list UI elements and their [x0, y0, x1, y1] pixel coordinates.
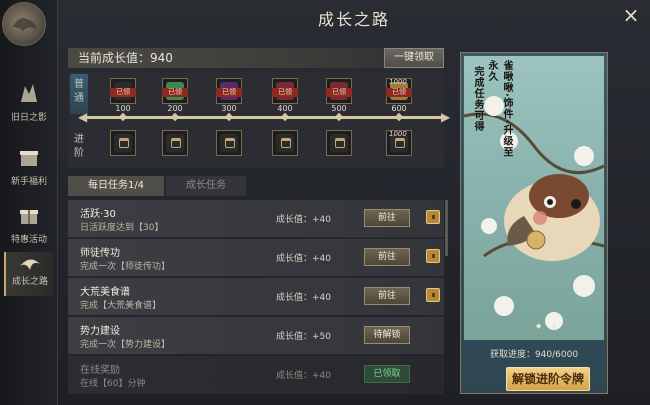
advanced-reward-slot[interactable] [326, 130, 352, 156]
sidebar-item-growth[interactable]: 成长之路 [4, 252, 54, 296]
task-row: 大荒美食谱完成【大荒美食谱】 成长值：+40 前往 [68, 278, 444, 316]
normal-reward-slot[interactable]: 已领 [110, 78, 136, 104]
reward-quantity: 1000 [389, 130, 407, 138]
normal-row-label: 普通 [70, 74, 88, 114]
claimed-tag: 已领 [272, 88, 298, 97]
task-name: 势力建设 [80, 326, 120, 337]
shadow-icon [15, 80, 43, 108]
tab-growth[interactable]: 成长任务 [166, 176, 246, 196]
treasure-chest-icon[interactable] [426, 288, 440, 302]
task-growth-reward: 成长值：+40 [276, 254, 331, 264]
normal-reward-slot[interactable]: 已领 [216, 78, 242, 104]
treasure-chest-icon[interactable] [426, 210, 440, 224]
reward-quantity: 1000 [389, 78, 407, 86]
advanced-reward-slot[interactable] [216, 130, 242, 156]
level-threshold: 500 [331, 104, 347, 113]
task-growth-reward: 成长值：+40 [276, 215, 331, 225]
task-list-scrollbar[interactable] [445, 200, 448, 256]
bird-emblem-icon [13, 18, 37, 31]
task-description: 完成一次【势力建设】 [80, 340, 171, 350]
task-row: 活跃·30 日活跃度达到【30】 成长值：+40 前往 [68, 200, 444, 238]
task-row: 在线奖励在线【60】分钟 成长值：+40 已领取 [68, 356, 444, 394]
sidebar: 旧日之影 新手福利 特惠活动 成长之路 [0, 0, 58, 405]
task-action-button[interactable]: 待解锁 [364, 326, 410, 344]
level-threshold: 200 [167, 104, 183, 113]
unlock-progress: 获取进度：940/6000 [489, 350, 579, 360]
task-action-button[interactable]: 前往 [364, 248, 410, 266]
logo [2, 2, 46, 46]
growth-progress-line [86, 116, 442, 119]
task-row: 势力建设完成一次【势力建设】 成长值：+50 待解锁 [68, 317, 444, 355]
sidebar-item-label: 成长之路 [11, 277, 48, 287]
level-threshold: 100 [115, 104, 131, 113]
gift-sparkle-icon [15, 144, 43, 172]
treasure-chest-icon[interactable] [426, 249, 440, 263]
task-description: 完成【大荒美食谱】 [80, 301, 162, 311]
tree-icon [16, 254, 44, 272]
task-action-button[interactable]: 前往 [364, 287, 410, 305]
normal-reward-slot[interactable]: 已领 [326, 78, 352, 104]
sidebar-item-label: 新手福利 [10, 177, 47, 187]
gift-box-icon [15, 202, 43, 230]
reward-subtitle-vertical: 完成任务可得 [472, 66, 483, 132]
normal-reward-slot[interactable]: 已领 [272, 78, 298, 104]
carousel-pager[interactable]: ◆ ◆ [536, 322, 561, 330]
normal-reward-slot[interactable]: 1000 已领 [386, 78, 412, 104]
claimed-tag: 已领 [386, 88, 412, 97]
sidebar-item-newbie[interactable]: 新手福利 [4, 140, 54, 198]
lock-icon [171, 138, 181, 148]
close-icon[interactable]: × [620, 4, 642, 26]
advanced-reward-slot[interactable]: 1000 [386, 130, 412, 156]
claimed-tag: 已领 [162, 88, 188, 97]
unlock-advanced-pass-button[interactable]: 解锁进阶令牌 [506, 367, 590, 391]
tab-daily[interactable]: 每日任务1/4 [68, 176, 164, 196]
task-description: 在线【60】分钟 [80, 379, 146, 389]
advanced-reward-slot[interactable] [272, 130, 298, 156]
task-growth-reward: 成长值：+40 [276, 371, 331, 381]
task-action-button[interactable]: 前往 [364, 209, 410, 227]
lock-icon [225, 138, 235, 148]
claimed-tag: 已领 [216, 88, 242, 97]
lock-icon [335, 138, 345, 148]
level-threshold: 600 [391, 104, 407, 113]
task-name: 大荒美食谱 [80, 287, 130, 298]
level-threshold: 300 [221, 104, 237, 113]
claimed-tag: 已领 [110, 88, 136, 97]
advanced-reward-slot[interactable] [110, 130, 136, 156]
task-row: 师徒传功完成一次【师徒传功】 成长值：+40 前往 [68, 239, 444, 277]
task-description: 完成一次【师徒传功】 [80, 262, 171, 272]
task-growth-reward: 成长值：+50 [276, 332, 331, 342]
claimed-status-badge: 已领取 [364, 365, 410, 383]
sidebar-item-label: 旧日之影 [10, 113, 47, 123]
level-threshold: 400 [277, 104, 293, 113]
page-title: 成长之路 [317, 10, 390, 29]
task-name: 在线奖励 [80, 365, 120, 376]
lock-icon [281, 138, 291, 148]
claim-all-button[interactable]: 一键领取 [384, 48, 444, 68]
normal-reward-slot[interactable]: 已领 [162, 78, 188, 104]
growth-progress-fill [86, 116, 442, 119]
advanced-reward-slot[interactable] [162, 130, 188, 156]
lock-icon [119, 138, 129, 148]
track-right-arrow-icon[interactable]: ▶ [441, 110, 451, 124]
task-growth-reward: 成长值：+40 [276, 293, 331, 303]
lock-icon [395, 138, 405, 148]
task-name: 师徒传功 [80, 248, 120, 259]
sidebar-item-label: 特惠活动 [10, 235, 47, 245]
claimed-tag: 已领 [326, 88, 352, 97]
reward-title-vertical: 雀啾啾·饰件·升级至永久 [486, 60, 512, 158]
task-description: 日活跃度达到【30】 [80, 223, 164, 233]
sidebar-item-shadow[interactable]: 旧日之影 [4, 76, 54, 134]
task-name: 活跃·30 [80, 209, 116, 220]
sidebar-item-deals[interactable]: 特惠活动 [4, 198, 54, 256]
advanced-row-label: 进阶 [74, 134, 84, 159]
